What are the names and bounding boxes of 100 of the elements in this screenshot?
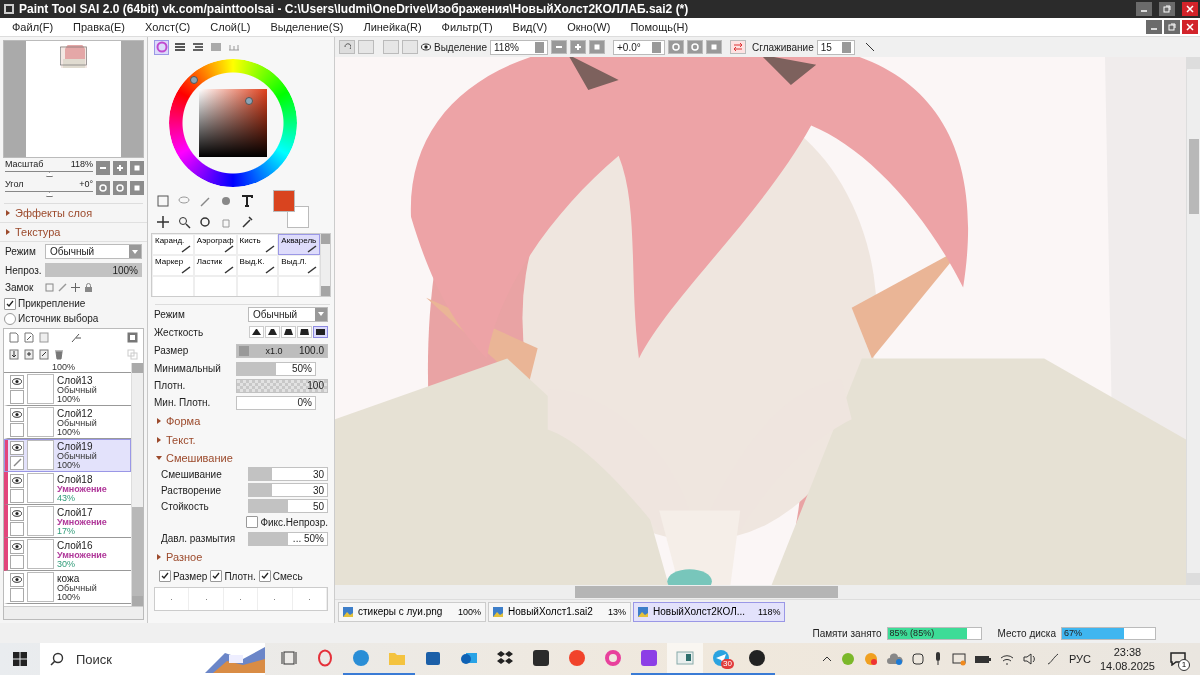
checkbox-option[interactable]: Размер [159,568,208,584]
layer-name: Слой16 [57,539,94,551]
opacity-label: Непроз. [5,264,41,276]
search-field[interactable]: Поиск [74,650,194,668]
layer-name: Слой12 [57,407,94,419]
brush-slider[interactable]: 50% [236,361,316,376]
layer-opacity: 100% [57,427,82,437]
menu-item[interactable]: Выделение(S) [260,21,354,33]
layer-name: Слой18 [57,473,94,485]
size-label: Размер [154,345,190,356]
menu-item[interactable]: Слой(L) [200,21,261,33]
layer-opacity: 43% [57,493,76,503]
layer-row[interactable]: Слой13 Обычный 100% [4,373,131,406]
brush-tool[interactable]: Выд.Л. [278,255,320,276]
slider-label: Угол [5,179,24,189]
menu-item[interactable]: Помощь(H) [620,21,699,33]
section-header[interactable]: Разное [151,547,328,567]
checkbox-option[interactable]: Смесь [258,568,303,584]
brush-tool[interactable]: Акварель [278,234,320,255]
blend-slider[interactable]: ... 50% [248,531,328,546]
blend-slider[interactable]: 30 [248,467,328,481]
angle-field[interactable]: +0.0° [613,39,665,55]
mode-label: Режим [154,308,186,320]
radio-option[interactable]: Источник выбора [0,311,147,326]
layer-opacity: 100% [52,363,76,372]
mode-label: Режим [5,246,37,257]
document-tab[interactable]: стикеры с луи.png 100% [338,601,487,622]
layer-blend-mode: Обычный [57,583,97,593]
size-slider[interactable]: x1.0 100.0 [236,343,328,358]
layer-blend-mode: Обычный [57,451,97,461]
slider-label: Смешивание [161,468,223,480]
document-tab[interactable]: НовыйХолст2КОЛ... 118% [633,601,786,622]
checkbox-option[interactable]: Плотн. [210,568,256,584]
blend-mode-select[interactable]: Обычный [45,244,142,259]
layer-blend-mode: Умножение [57,517,107,527]
meter-label: Место диска [997,627,1056,639]
section-header[interactable]: Смешивание [151,449,328,466]
layer-row[interactable]: Слой18 Умножение 43% [4,472,131,505]
slider-value: 118% [70,159,93,169]
brush-tool[interactable]: Выд.К. [236,255,279,276]
menu-item[interactable]: Вид(V) [502,21,558,33]
opacity-slider[interactable]: 100% [45,263,142,277]
taskbar-app-button[interactable]: 30 [703,643,739,675]
slider-label: Плотн. [154,380,187,391]
slider-label: Мин. Плотн. [154,397,212,408]
smoothing-field[interactable]: 15 [816,39,855,55]
menu-item[interactable]: Правка(E) [63,21,135,33]
brush-tool[interactable]: Ластик [193,255,237,276]
section-header[interactable]: Форма [151,411,328,430]
layer-row[interactable]: Слой19 Обычный 100% [4,439,131,472]
slider-label: Давл. размытия [161,533,237,544]
usage-meter: 85% (85%) [886,626,982,640]
menu-item[interactable]: Окно(W) [557,21,621,33]
section-header[interactable]: Эффекты слоя [0,204,147,223]
blend-slider[interactable]: 30 [248,483,328,497]
hardness-label: Жесткость [154,326,205,338]
menu-item[interactable]: Холст(C) [134,21,201,33]
meter-label: Памяти занято [812,627,882,639]
layer-blend-mode: Умножение [57,484,107,494]
brush-tool[interactable]: Каранд. [152,234,194,255]
layer-name: Слой19 [57,440,94,452]
notifications-button[interactable]: 1 [1164,645,1192,673]
layer-row[interactable]: Слой17 Умножение 17% [4,505,131,538]
notification-badge: 30 [721,659,734,669]
brush-tool[interactable]: Аэрограф [193,234,237,255]
slider-label: Стойкость [161,500,210,512]
layer-blend-mode: Обычный [57,418,97,428]
brush-tool[interactable]: Кисть [236,234,279,255]
section-header[interactable]: Текст. [151,430,328,449]
menu-item[interactable]: Линейка(R) [353,21,432,33]
slider-label: Минимальный [154,363,222,374]
blend-mode-select[interactable]: Обычный [248,306,328,322]
brush-tool[interactable]: Маркер [152,255,194,276]
section-header[interactable]: Текстура [0,223,147,242]
blend-slider[interactable]: 50 [248,499,328,513]
layer-row[interactable]: кожа Обычный 100% [4,571,131,604]
search-box[interactable]: Поиск [40,643,265,675]
layer-blend-mode: Обычный [57,385,97,395]
clock[interactable]: 23:38 14.08.2025 [1099,645,1155,673]
brush-slider[interactable]: 0% [236,395,316,410]
slider-label: Растворение [161,484,223,496]
usage-meter: 67% [1061,626,1156,640]
zoom-field[interactable]: 118% [490,39,548,55]
layer-row[interactable]: Слой16 Умножение 30% [4,538,131,571]
smoothing-label: Сглаживание [752,41,814,53]
layer-opacity: 100% [57,592,82,602]
layer-row[interactable]: Слой12 Обычный 100% [4,406,131,439]
language-indicator[interactable]: РУС [1068,653,1091,665]
slider-label: Масштаб [5,159,44,169]
layer-name: кожа [57,572,81,584]
document-tab[interactable]: НовыйХолст1.sai2 13% [488,601,632,622]
menu-item[interactable]: Фильтр(T) [431,21,503,33]
menu-item[interactable]: Файл(F) [2,21,64,33]
checkbox-option[interactable]: Фикс.Непрозр. [246,514,328,530]
layer-opacity: 17% [57,526,76,536]
checkbox-option[interactable]: Прикрепление [0,296,147,311]
brush-slider[interactable]: 100 [236,378,328,393]
selection-label: Выделение [434,41,487,53]
layer-name: Слой13 [57,374,94,386]
layer-blend-mode: Умножение [57,550,107,560]
